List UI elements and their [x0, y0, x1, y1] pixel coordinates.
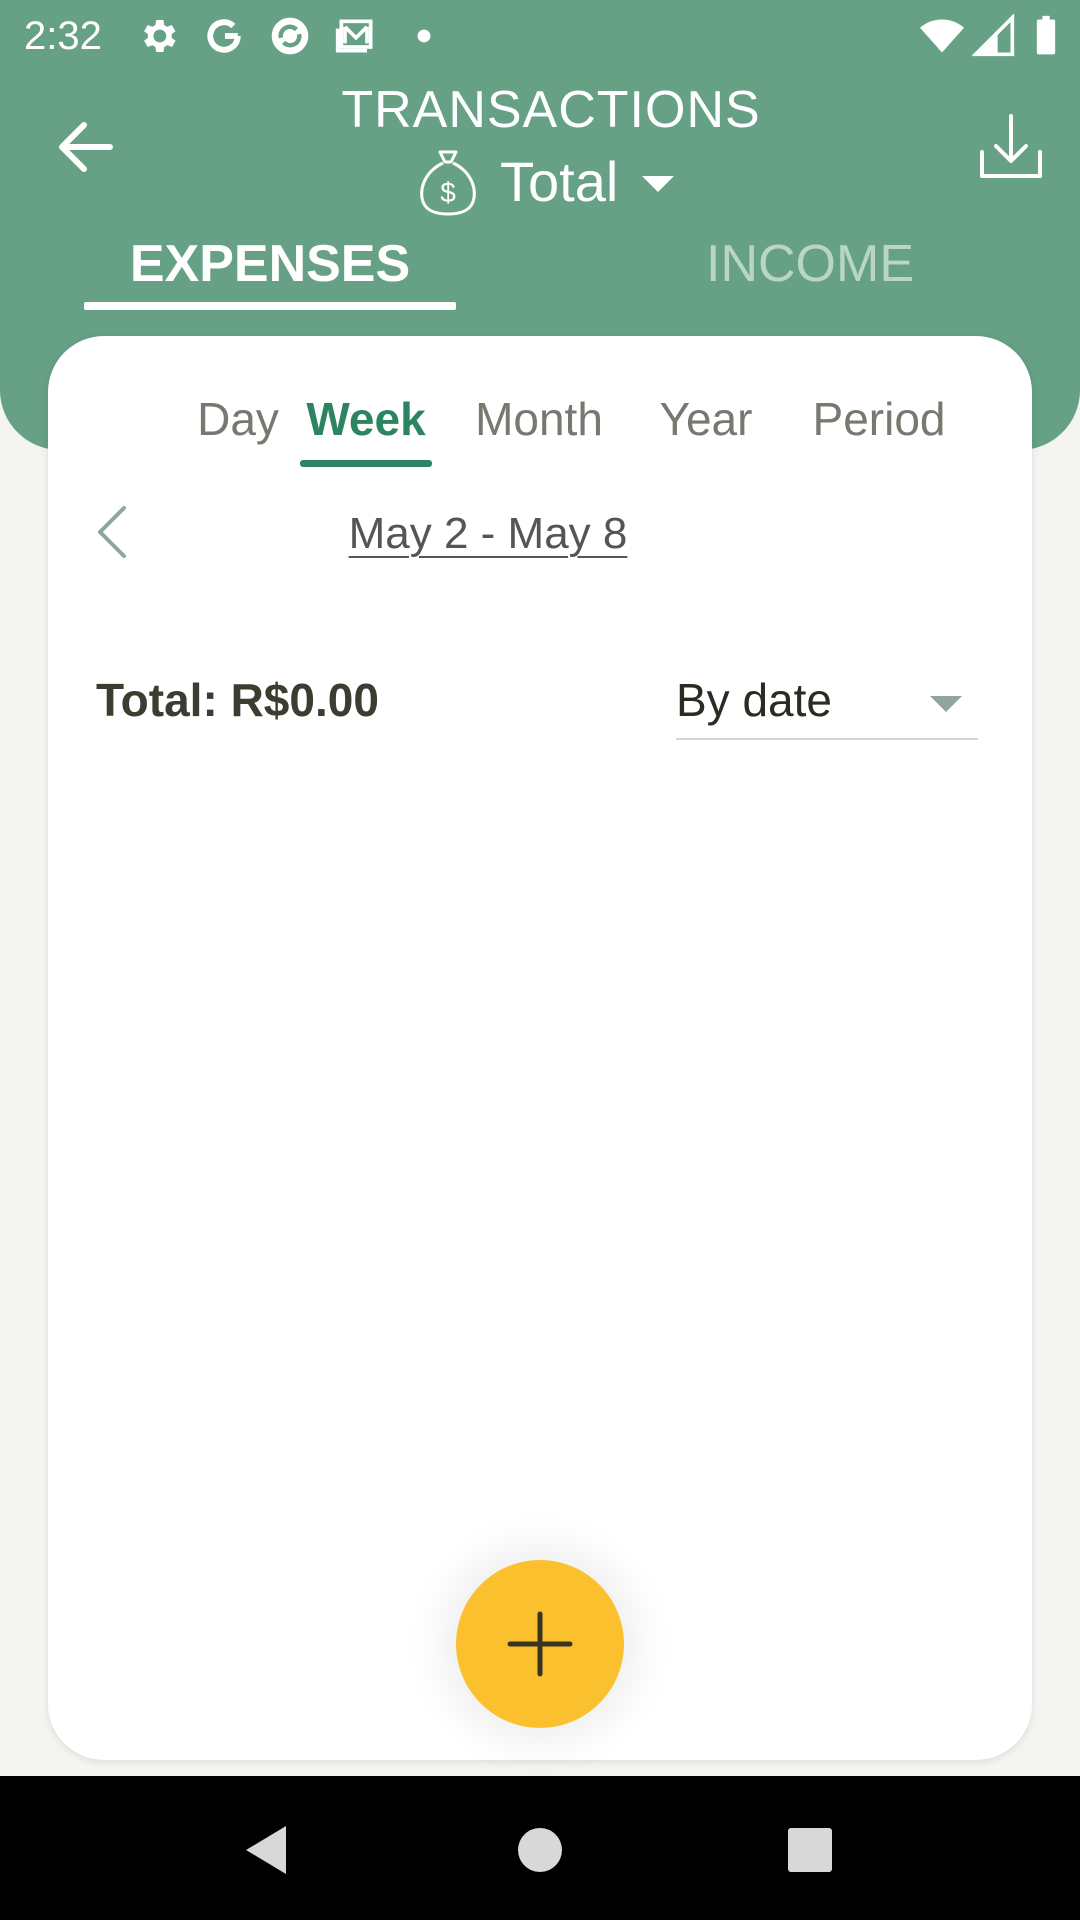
- gear-icon: [144, 20, 176, 52]
- signal-icon: [972, 14, 1015, 57]
- sort-dropdown[interactable]: By date: [676, 668, 978, 740]
- plus-icon: [507, 1611, 573, 1677]
- nav-home-icon[interactable]: [510, 1820, 570, 1880]
- period-tab-period[interactable]: Period: [786, 384, 972, 454]
- page-title: TRANSACTIONS: [341, 81, 761, 139]
- svg-text:$: $: [440, 177, 456, 208]
- period-tab-month[interactable]: Month: [446, 384, 632, 454]
- wifi-icon: [920, 19, 964, 53]
- chevron-left-icon: [98, 506, 126, 558]
- previous-period-button[interactable]: [84, 500, 140, 564]
- period-tab-indicator: [300, 460, 432, 467]
- nav-recents-icon[interactable]: [780, 1820, 840, 1880]
- account-selector[interactable]: $ Total: [416, 148, 716, 218]
- caret-down-icon: [930, 696, 962, 712]
- date-range[interactable]: May 2 - May 8: [328, 506, 648, 562]
- mail-icon: [335, 19, 373, 53]
- transactions-card: Day Week Month Year Period May 2 - May 8…: [48, 336, 1032, 1760]
- add-transaction-button[interactable]: [456, 1560, 624, 1728]
- status-time: 2:32: [24, 14, 102, 58]
- tab-expenses[interactable]: EXPENSES: [84, 232, 456, 302]
- download-icon: [980, 114, 1042, 178]
- caret-down-icon: [642, 176, 674, 192]
- tab-indicator: [84, 302, 456, 310]
- period-tab-week[interactable]: Week: [288, 384, 444, 454]
- account-name: Total: [500, 150, 619, 213]
- navigation-bar: [0, 1776, 1080, 1920]
- tab-income[interactable]: INCOME: [620, 232, 1000, 302]
- battery-icon: [1036, 15, 1056, 55]
- sort-value: By date: [676, 674, 832, 726]
- status-bar: 2:32: [0, 0, 1080, 72]
- period-tab-year[interactable]: Year: [628, 384, 784, 454]
- money-bag-icon: $: [420, 150, 476, 216]
- download-button[interactable]: [976, 110, 1046, 186]
- google-icon: [207, 19, 241, 53]
- sync-app-icon: [271, 17, 309, 55]
- dot-icon: [417, 29, 431, 43]
- total-amount: Total: R$0.00: [96, 674, 379, 726]
- nav-back-icon[interactable]: [238, 1820, 298, 1880]
